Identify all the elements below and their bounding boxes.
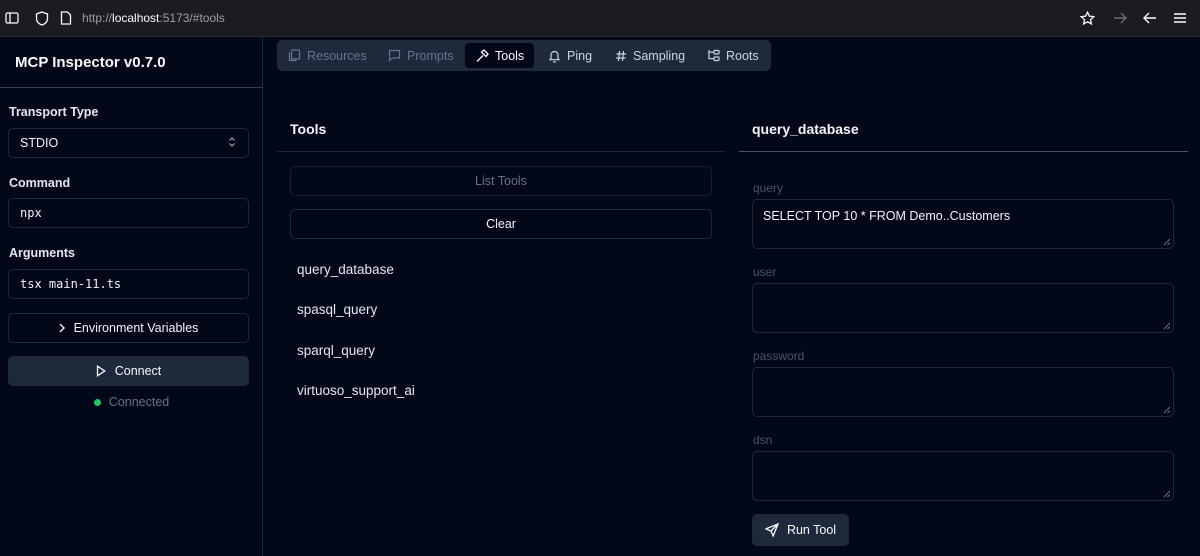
tab-ping[interactable]: Ping	[538, 43, 602, 68]
tab-label: Roots	[726, 48, 759, 63]
url-path: :5173/#tools	[159, 11, 225, 25]
tab-label: Resources	[307, 48, 367, 63]
arguments-input[interactable]: tsx main-11.ts	[8, 269, 249, 299]
dsn-label: dsn	[753, 433, 773, 447]
tool-form-divider	[739, 151, 1188, 152]
list-tools-button[interactable]: List Tools	[290, 166, 712, 196]
hammer-icon	[475, 48, 489, 63]
environment-variables-label: Environment Variables	[73, 321, 199, 335]
status-text: Connected	[108, 395, 170, 409]
user-textarea[interactable]	[752, 283, 1174, 333]
tab-prompts[interactable]: Prompts	[378, 43, 464, 68]
tools-panel-title: Tools	[290, 121, 327, 137]
resize-handle-icon[interactable]	[1163, 238, 1171, 246]
tab-tools[interactable]: Tools	[465, 43, 535, 68]
url-host: localhost	[112, 11, 160, 25]
files-icon	[288, 49, 301, 62]
user-label: user	[753, 265, 777, 279]
chevron-right-icon	[59, 323, 65, 333]
tab-label: Sampling	[633, 48, 686, 63]
app-title: MCP Inspector v0.7.0	[15, 54, 166, 71]
url-scheme: http://	[82, 11, 113, 25]
browser-toolbar: http://localhost:5173/#tools	[0, 0, 1200, 37]
sidebar-divider	[0, 87, 263, 88]
transport-type-value: STDIO	[20, 136, 59, 150]
tool-item-spasql-query[interactable]: spasql_query	[297, 302, 377, 317]
send-icon	[764, 523, 779, 537]
address-bar[interactable]: http://localhost:5173/#tools	[82, 11, 225, 25]
page-icon[interactable]	[57, 9, 75, 27]
password-label: password	[753, 349, 805, 363]
arguments-value: tsx main-11.ts	[20, 277, 122, 291]
connect-label: Connect	[114, 364, 162, 378]
folder-tree-icon	[707, 49, 720, 62]
tab-sampling[interactable]: Sampling	[605, 43, 695, 68]
status-dot	[93, 398, 101, 406]
bookmark-star-icon[interactable]	[1078, 9, 1096, 27]
sidebar-toggle-icon[interactable]	[3, 9, 21, 27]
hash-icon	[615, 50, 627, 62]
resize-handle-icon[interactable]	[1163, 322, 1171, 330]
query-label: query	[753, 181, 784, 195]
environment-variables-button[interactable]: Environment Variables	[8, 313, 249, 343]
tools-panel-divider	[277, 151, 725, 152]
query-textarea[interactable]: SELECT TOP 10 * FROM Demo..Customers	[752, 199, 1174, 249]
tab-resources[interactable]: Resources	[278, 43, 377, 68]
tool-item-virtuoso-support-ai[interactable]: virtuoso_support_ai	[297, 383, 415, 398]
sidebar: MCP Inspector v0.7.0 Transport Type STDI…	[0, 37, 263, 556]
play-icon	[96, 365, 106, 377]
command-input[interactable]: npx	[8, 198, 249, 228]
password-textarea[interactable]	[752, 367, 1174, 417]
menu-icon[interactable]	[1171, 9, 1189, 27]
tab-roots[interactable]: Roots	[697, 43, 769, 68]
connect-button[interactable]: Connect	[8, 356, 249, 386]
tab-label: Ping	[567, 48, 593, 63]
tool-item-sparql-query[interactable]: sparql_query	[297, 343, 375, 358]
run-tool-button[interactable]: Run Tool	[752, 514, 849, 546]
tab-label: Prompts	[407, 48, 454, 63]
tab-bar: Resources Prompts Tools Ping Sampling Ro…	[277, 40, 771, 71]
shield-icon[interactable]	[33, 9, 51, 27]
resize-handle-icon[interactable]	[1163, 490, 1171, 498]
tool-form-title: query_database	[752, 121, 859, 137]
run-tool-label: Run Tool	[786, 523, 837, 537]
query-value: SELECT TOP 10 * FROM Demo..Customers	[763, 209, 1011, 223]
arguments-label: Arguments	[9, 246, 75, 260]
message-icon	[388, 49, 401, 62]
transport-type-select[interactable]: STDIO	[8, 128, 249, 158]
connection-status: Connected	[0, 395, 263, 409]
command-value: npx	[20, 206, 42, 220]
resize-handle-icon[interactable]	[1163, 406, 1171, 414]
dsn-textarea[interactable]	[752, 451, 1174, 501]
transport-type-label: Transport Type	[9, 105, 99, 119]
back-arrow-icon[interactable]	[1141, 9, 1159, 27]
tool-item-query-database[interactable]: query_database	[297, 262, 394, 277]
chevron-up-down-icon	[228, 136, 236, 149]
command-label: Command	[9, 176, 71, 190]
forward-arrow-icon[interactable]	[1111, 9, 1129, 27]
tab-label: Tools	[495, 48, 525, 63]
bell-icon	[548, 49, 561, 63]
clear-button[interactable]: Clear	[290, 209, 712, 239]
